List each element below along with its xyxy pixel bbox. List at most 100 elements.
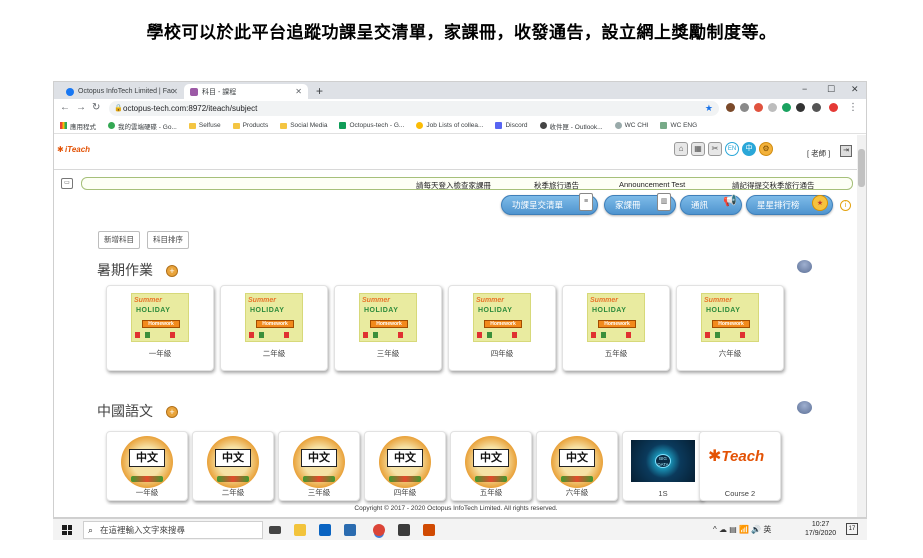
chinese-thumbnail: 中文 [121, 436, 173, 488]
course-card[interactable]: 中文 三年級 [278, 431, 360, 501]
bookmark-social-media[interactable]: Social Media [280, 122, 327, 129]
new-tab-button[interactable]: + [316, 84, 323, 98]
course-card[interactable]: Summer HOLIDAY Homework 六年級 [676, 285, 784, 371]
bookmark-outlook[interactable]: 收件匣 - Outlook... [539, 121, 603, 131]
course-card[interactable]: Summer HOLIDAY Homework 二年級 [220, 285, 328, 371]
puzzle-icon[interactable] [812, 103, 821, 112]
lang-zh-button[interactable]: 中 [742, 142, 756, 156]
task-view-icon[interactable] [269, 526, 281, 534]
minimize-button[interactable]: − [802, 84, 807, 94]
course-card[interactable]: 中文 五年級 [450, 431, 532, 501]
windows-start-icon[interactable] [62, 525, 72, 535]
course-card[interactable]: ✱Teach Course 2 [699, 431, 781, 501]
clock-time: 10:27 [811, 521, 830, 528]
bookmark-products[interactable]: Products [232, 122, 268, 129]
course-card[interactable]: Summer HOLIDAY Homework 四年級 [448, 285, 556, 371]
ticker-item[interactable]: Announcement Test [619, 180, 685, 189]
course-card[interactable]: 中文 一年級 [106, 431, 188, 501]
collapse-section-icon[interactable] [797, 401, 812, 414]
menu-dots-icon[interactable]: ⋮ [848, 102, 858, 113]
edge-icon[interactable] [344, 524, 356, 536]
board-icon[interactable]: ▭ [61, 178, 73, 189]
extension-icon[interactable] [782, 103, 791, 112]
course-card[interactable]: Summer HOLIDAY Homework 五年級 [562, 285, 670, 371]
course-card[interactable]: Summer HOLIDAY Homework 三年級 [334, 285, 442, 371]
close-window-button[interactable]: ✕ [851, 84, 859, 95]
maximize-button[interactable]: ☐ [827, 84, 835, 95]
ticker-item[interactable]: 請記得提交秋季旅行通告 [732, 180, 815, 191]
extension-icon[interactable] [726, 103, 735, 112]
collapse-section-icon[interactable] [797, 260, 812, 273]
course-card[interactable]: 中文 四年級 [364, 431, 446, 501]
book-icon: ▥ [657, 193, 671, 211]
page-scrollbar[interactable] [857, 135, 866, 517]
bookmark-octopus-tech[interactable]: Octopus-tech - G... [339, 122, 404, 129]
course-label: 五年級 [604, 349, 628, 358]
sort-subject-button[interactable]: 科目排序 [147, 231, 189, 249]
school-icon[interactable]: ⌂ [674, 142, 688, 156]
extension-icon[interactable] [796, 103, 805, 112]
bookmark-wc-eng[interactable]: WC ENG [660, 122, 697, 129]
forward-icon[interactable]: → [76, 102, 86, 113]
info-icon[interactable]: i [840, 200, 851, 211]
tab-subject[interactable]: 科目 - 課程 ✕ [184, 84, 308, 99]
homework-book-button[interactable]: 家課冊 ▥ [604, 193, 676, 215]
page-footer: Copyright © 2017 - 2020 Octopus InfoTech… [54, 505, 858, 512]
extension-icon[interactable] [768, 103, 777, 112]
file-explorer-icon[interactable] [294, 524, 306, 536]
tab-facebook[interactable]: Octopus InfoTech Limited | Fac ✕ [60, 84, 184, 99]
course-card[interactable]: Summer HOLIDAY Homework 一年級 [106, 285, 214, 371]
taskbar-search-input[interactable]: ⌕ 在這裡輸入文字來搜尋 [83, 521, 263, 539]
tools-icon[interactable]: ✂ [708, 142, 722, 156]
folder-icon [232, 122, 240, 129]
extension-icon[interactable] [754, 103, 763, 112]
star-icon: ★ [812, 195, 828, 211]
megaphone-icon: 📢 [723, 195, 737, 207]
powerpoint-icon[interactable] [423, 524, 435, 536]
course-card[interactable]: 中文 六年級 [536, 431, 618, 501]
course-card[interactable]: BIG DATA 1S [622, 431, 704, 501]
bookmark-discord[interactable]: Discord [495, 122, 528, 129]
profile-avatar[interactable] [829, 103, 838, 112]
bookmark-drive[interactable]: 我的雲端硬碟 - Go... [108, 121, 177, 131]
apps-grid-icon [60, 122, 67, 129]
extension-icon[interactable] [740, 103, 749, 112]
add-course-icon[interactable]: + [166, 265, 178, 277]
back-icon[interactable]: ← [60, 102, 70, 113]
browser-window: Octopus InfoTech Limited | Fac ✕ 科目 - 課程… [53, 81, 867, 518]
bookmark-selfuse[interactable]: Selfuse [188, 122, 221, 129]
url-bar[interactable]: 🔒 octopus-tech.com:8972/iteach/subject ★ [109, 101, 719, 116]
close-tab-icon[interactable]: ✕ [171, 87, 178, 96]
reload-icon[interactable]: ↻ [92, 102, 100, 113]
add-subject-button[interactable]: 新增科目 [98, 231, 140, 249]
lang-en-button[interactable]: EN [725, 142, 739, 156]
system-tray[interactable]: ^ ☁ ▤ 📶 🔊 英 [713, 524, 771, 535]
bookmark-job-lists[interactable]: Job Lists of collea... [416, 122, 483, 129]
iteach-logo[interactable]: ✱iTeach [57, 145, 90, 154]
mail-icon[interactable] [319, 524, 331, 536]
ticker-item[interactable]: 秋季旅行通告 [534, 180, 579, 191]
clock[interactable]: 10:27 17/9/2020 [805, 520, 836, 538]
bookmark-apps[interactable]: 應用程式 [60, 121, 96, 131]
image-icon [660, 122, 668, 129]
chrome-icon[interactable] [373, 524, 385, 536]
close-tab-icon[interactable]: ✕ [295, 87, 302, 96]
course-card[interactable]: 中文 二年級 [192, 431, 274, 501]
star-ranking-button[interactable]: 星星排行榜 ★ [746, 195, 833, 215]
communication-button[interactable]: 通訊 📢 [680, 195, 742, 215]
announcement-ticker[interactable]: 請每天登入檢查家課冊 秋季旅行通告 Announcement Test 請記得提… [81, 177, 853, 190]
gear-icon[interactable]: ⚙ [759, 142, 773, 156]
sheets-icon [339, 122, 347, 129]
ticker-item[interactable]: 請每天登入檢查家課冊 [416, 180, 491, 191]
scrollbar-thumb[interactable] [858, 149, 865, 187]
bookmark-star-icon[interactable]: ★ [705, 101, 713, 116]
bookmark-wc-chi[interactable]: WC CHI [614, 122, 648, 129]
chinese-thumbnail: 中文 [465, 436, 517, 488]
logout-icon[interactable]: ⇥ [840, 145, 852, 157]
notification-icon[interactable]: 17 [846, 523, 858, 535]
course-label: 三年級 [307, 488, 331, 497]
calendar-icon[interactable]: ▦ [691, 142, 705, 156]
app-icon[interactable] [398, 524, 410, 536]
homework-submission-button[interactable]: 功課呈交清單 ≡ [501, 193, 598, 215]
add-course-icon[interactable]: + [166, 406, 178, 418]
